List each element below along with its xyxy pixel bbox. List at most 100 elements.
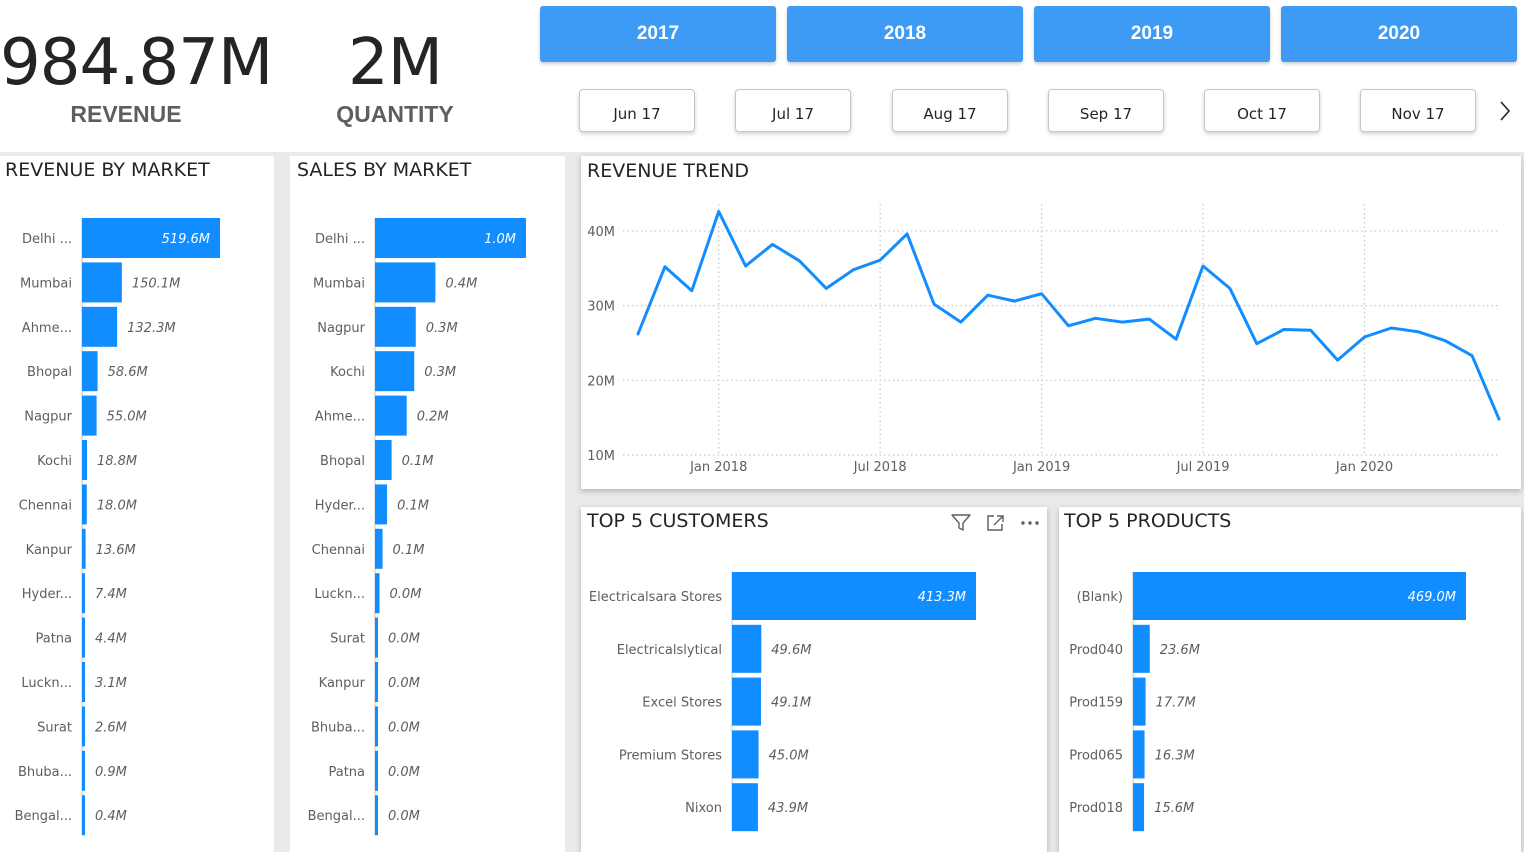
category-label-prod065: Prod065 [1069, 748, 1123, 763]
top-products-visual: TOP 5 PRODUCTS (Blank) 469.0M Prod040 23.6M… [1059, 507, 1521, 852]
category-label-bengal: Bengal... [15, 809, 72, 824]
category-label-prod159: Prod159 [1069, 696, 1123, 711]
month-button-aug-17[interactable]: Aug 17 [892, 89, 1008, 132]
data-label-ahme: 132.3M [127, 321, 175, 336]
bar-prod065 [1133, 730, 1145, 779]
category-label-hyder: Hyder... [22, 587, 72, 602]
category-label-ahme: Ahme... [22, 321, 72, 336]
revenue-kpi-value: 984.87M [0, 26, 273, 100]
bar-nagpur [82, 395, 97, 436]
bar-prod159 [1133, 677, 1146, 726]
bar-luckn [375, 573, 380, 614]
category-label-nixon: Nixon [685, 801, 722, 816]
category-label-electricalslytical: Electricalslytical [617, 643, 722, 658]
bar-nixon [732, 783, 758, 832]
data-label-bengal: 0.4M [95, 809, 127, 824]
bar-patna [375, 750, 378, 791]
year-button-2020[interactable]: 2020 [1281, 6, 1517, 62]
revenue-by-market-visual: REVENUE BY MARKET Delhi ... 519.6M Mumbai 1… [0, 156, 274, 852]
category-label-premium-stores: Premium Stores [619, 748, 722, 763]
data-label-patna: 0.0M [388, 765, 420, 780]
y-tick-label: 30M [587, 300, 615, 315]
data-label-delhi: 1.0M [484, 232, 516, 247]
top-customers-visual: TOP 5 CUSTOMERS Electricalsara Stores 413… [581, 507, 1047, 852]
category-label-bhopal: Bhopal [320, 454, 365, 469]
revenue-series-line [636, 210, 1501, 421]
bar-ahme [82, 306, 118, 347]
bar-patna [82, 617, 85, 658]
data-label-kochi: 0.3M [424, 365, 456, 380]
data-label-prod159: 17.7M [1156, 696, 1196, 711]
data-label-prod018: 15.6M [1154, 801, 1194, 816]
data-label-kochi: 18.8M [97, 454, 137, 469]
data-label-ahme: 0.2M [417, 410, 449, 425]
data-label-bhopal: 0.1M [402, 454, 434, 469]
bar-kanpur [375, 662, 379, 702]
bar-luckn [82, 662, 85, 702]
data-label-kanpur: 13.6M [96, 543, 136, 558]
data-label-delhi: 519.6M [162, 232, 210, 247]
month-button-nov-17[interactable]: Nov 17 [1360, 89, 1476, 132]
month-button-jun-17[interactable]: Jun 17 [579, 89, 695, 132]
month-button-jul-17[interactable]: Jul 17 [735, 89, 851, 132]
data-label-bhopal: 58.6M [108, 365, 148, 380]
data-label-chennai: 18.0M [97, 498, 137, 513]
data-label-bhuba: 0.0M [388, 720, 420, 735]
quantity-kpi-label: QUANTITY [336, 101, 454, 127]
bar-bhopal [82, 351, 98, 392]
data-label-surat: 0.0M [388, 632, 420, 647]
data-label-chennai: 0.1M [393, 543, 425, 558]
month-button-sep-17[interactable]: Sep 17 [1048, 89, 1164, 132]
bar-premium-stores [732, 730, 759, 779]
bar-bengal [375, 795, 378, 836]
y-tick-label: 10M [587, 449, 615, 464]
bar-chennai [82, 484, 87, 525]
bar-bengal [82, 795, 85, 836]
year-button-2017[interactable]: 2017 [540, 6, 776, 62]
bar-excel-stores [732, 677, 761, 726]
category-label-delhi: Delhi ... [315, 232, 365, 247]
revenue-trend-visual: REVENUE TREND 10M 20M 30M 40M Jan 2018 Jul 20… [581, 156, 1521, 489]
bar-hyder [375, 484, 388, 525]
revenue-by-market-chart: Delhi ... 519.6M Mumbai 150.1M Ahme... 132.3M… [15, 218, 220, 836]
category-label-luckn: Luckn... [21, 676, 72, 691]
data-label-bhuba: 0.9M [95, 765, 127, 780]
month-button-oct-17[interactable]: Oct 17 [1204, 89, 1320, 132]
category-label-surat: Surat [330, 632, 365, 647]
category-label-prod040: Prod040 [1069, 643, 1123, 658]
revenue-kpi-label: REVENUE [70, 101, 182, 127]
category-label-nagpur: Nagpur [24, 410, 72, 425]
data-label-nagpur: 0.3M [426, 321, 458, 336]
chevron-right-icon[interactable] [1497, 100, 1513, 122]
quantity-kpi-value: 2M [348, 26, 443, 100]
category-label-luckn: Luckn... [314, 587, 365, 602]
data-label-electricalsara-stores: 413.3M [918, 590, 966, 605]
data-label-luckn: 0.0M [390, 587, 422, 602]
year-button-2019[interactable]: 2019 [1034, 6, 1270, 62]
data-label-nixon: 43.9M [768, 801, 808, 816]
data-label-premium-stores: 45.0M [769, 748, 809, 763]
category-label-blank: (Blank) [1077, 590, 1123, 605]
x-tick-label: Jan 2019 [1012, 460, 1070, 475]
category-label-electricalsara-stores: Electricalsara Stores [589, 590, 722, 605]
data-label-excel-stores: 49.1M [771, 696, 811, 711]
year-button-2018[interactable]: 2018 [787, 6, 1023, 62]
bar-prod040 [1133, 624, 1150, 673]
data-label-prod065: 16.3M [1155, 748, 1195, 763]
top-customers-chart: Electricalsara Stores 413.3M Electricalsly… [589, 572, 976, 832]
revenue-trend-chart: 10M 20M 30M 40M Jan 2018 Jul 2018 Jan 2019 Jul … [587, 204, 1501, 475]
category-label-kochi: Kochi [37, 454, 72, 469]
x-tick-label: Jul 2018 [853, 460, 907, 475]
data-label-mumbai: 150.1M [132, 276, 180, 291]
category-label-bhuba: Bhuba... [311, 720, 365, 735]
category-label-mumbai: Mumbai [313, 276, 365, 291]
category-label-ahme: Ahme... [315, 410, 365, 425]
bar-surat [82, 706, 85, 747]
bar-kochi [82, 440, 87, 480]
bar-chennai [375, 528, 383, 569]
data-label-hyder: 7.4M [95, 587, 127, 602]
bar-bhuba [82, 750, 85, 791]
category-label-mumbai: Mumbai [20, 276, 72, 291]
category-label-bhuba: Bhuba... [18, 765, 72, 780]
bar-mumbai [82, 262, 122, 303]
